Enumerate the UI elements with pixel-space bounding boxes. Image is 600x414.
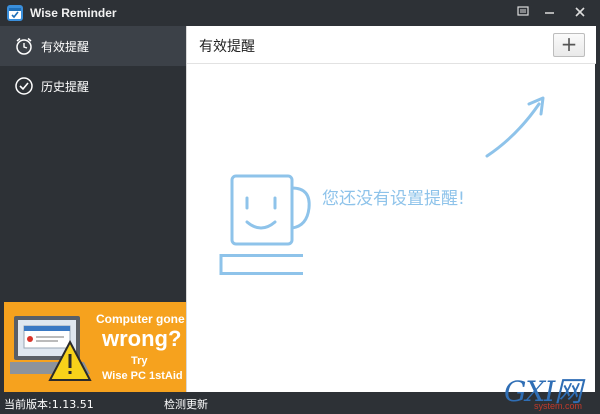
main-panel: 有效提醒 + 您还没有设置提醒! [186,26,596,392]
close-icon[interactable] [567,0,593,26]
menu-icon[interactable] [510,0,536,26]
coffee-cup-smile-icon [219,96,545,275]
window-title: Wise Reminder [30,6,117,20]
page-title: 有效提醒 [199,39,255,55]
laptop-warning-icon [10,316,92,381]
sidebar-item-history-reminders[interactable]: 历史提醒 [0,66,186,106]
check-circle-icon [14,76,34,96]
calendar-check-icon [7,5,23,21]
sidebar: 有效提醒 历史提醒 [0,26,186,302]
sidebar-item-label: 有效提醒 [41,40,90,54]
add-reminder-button[interactable]: + [553,33,585,57]
alarm-clock-icon [14,36,34,56]
watermark-domain: system.com [534,401,583,411]
version-label: 当前版本:1.13.51 [4,398,94,411]
site-watermark: GXI网 system.com [500,370,596,414]
ad-try-text: Try [131,355,148,367]
empty-state-message: 您还没有设置提醒! [322,189,465,209]
ad-banner[interactable]: Computer gone wrong? Try Wise PC 1stAid [4,302,186,392]
ad-product-name: Wise PC 1stAid [102,370,183,382]
sidebar-item-label: 历史提醒 [41,80,90,94]
main-header: 有效提醒 + [187,26,596,64]
check-update-link[interactable]: 检测更新 [164,396,208,412]
sidebar-item-active-reminders[interactable]: 有效提醒 [0,26,186,66]
ad-headline-large: wrong? [102,326,182,351]
ad-headline: Computer gone [96,312,185,326]
minimize-icon[interactable] [537,0,563,26]
title-bar: Wise Reminder [0,0,600,26]
